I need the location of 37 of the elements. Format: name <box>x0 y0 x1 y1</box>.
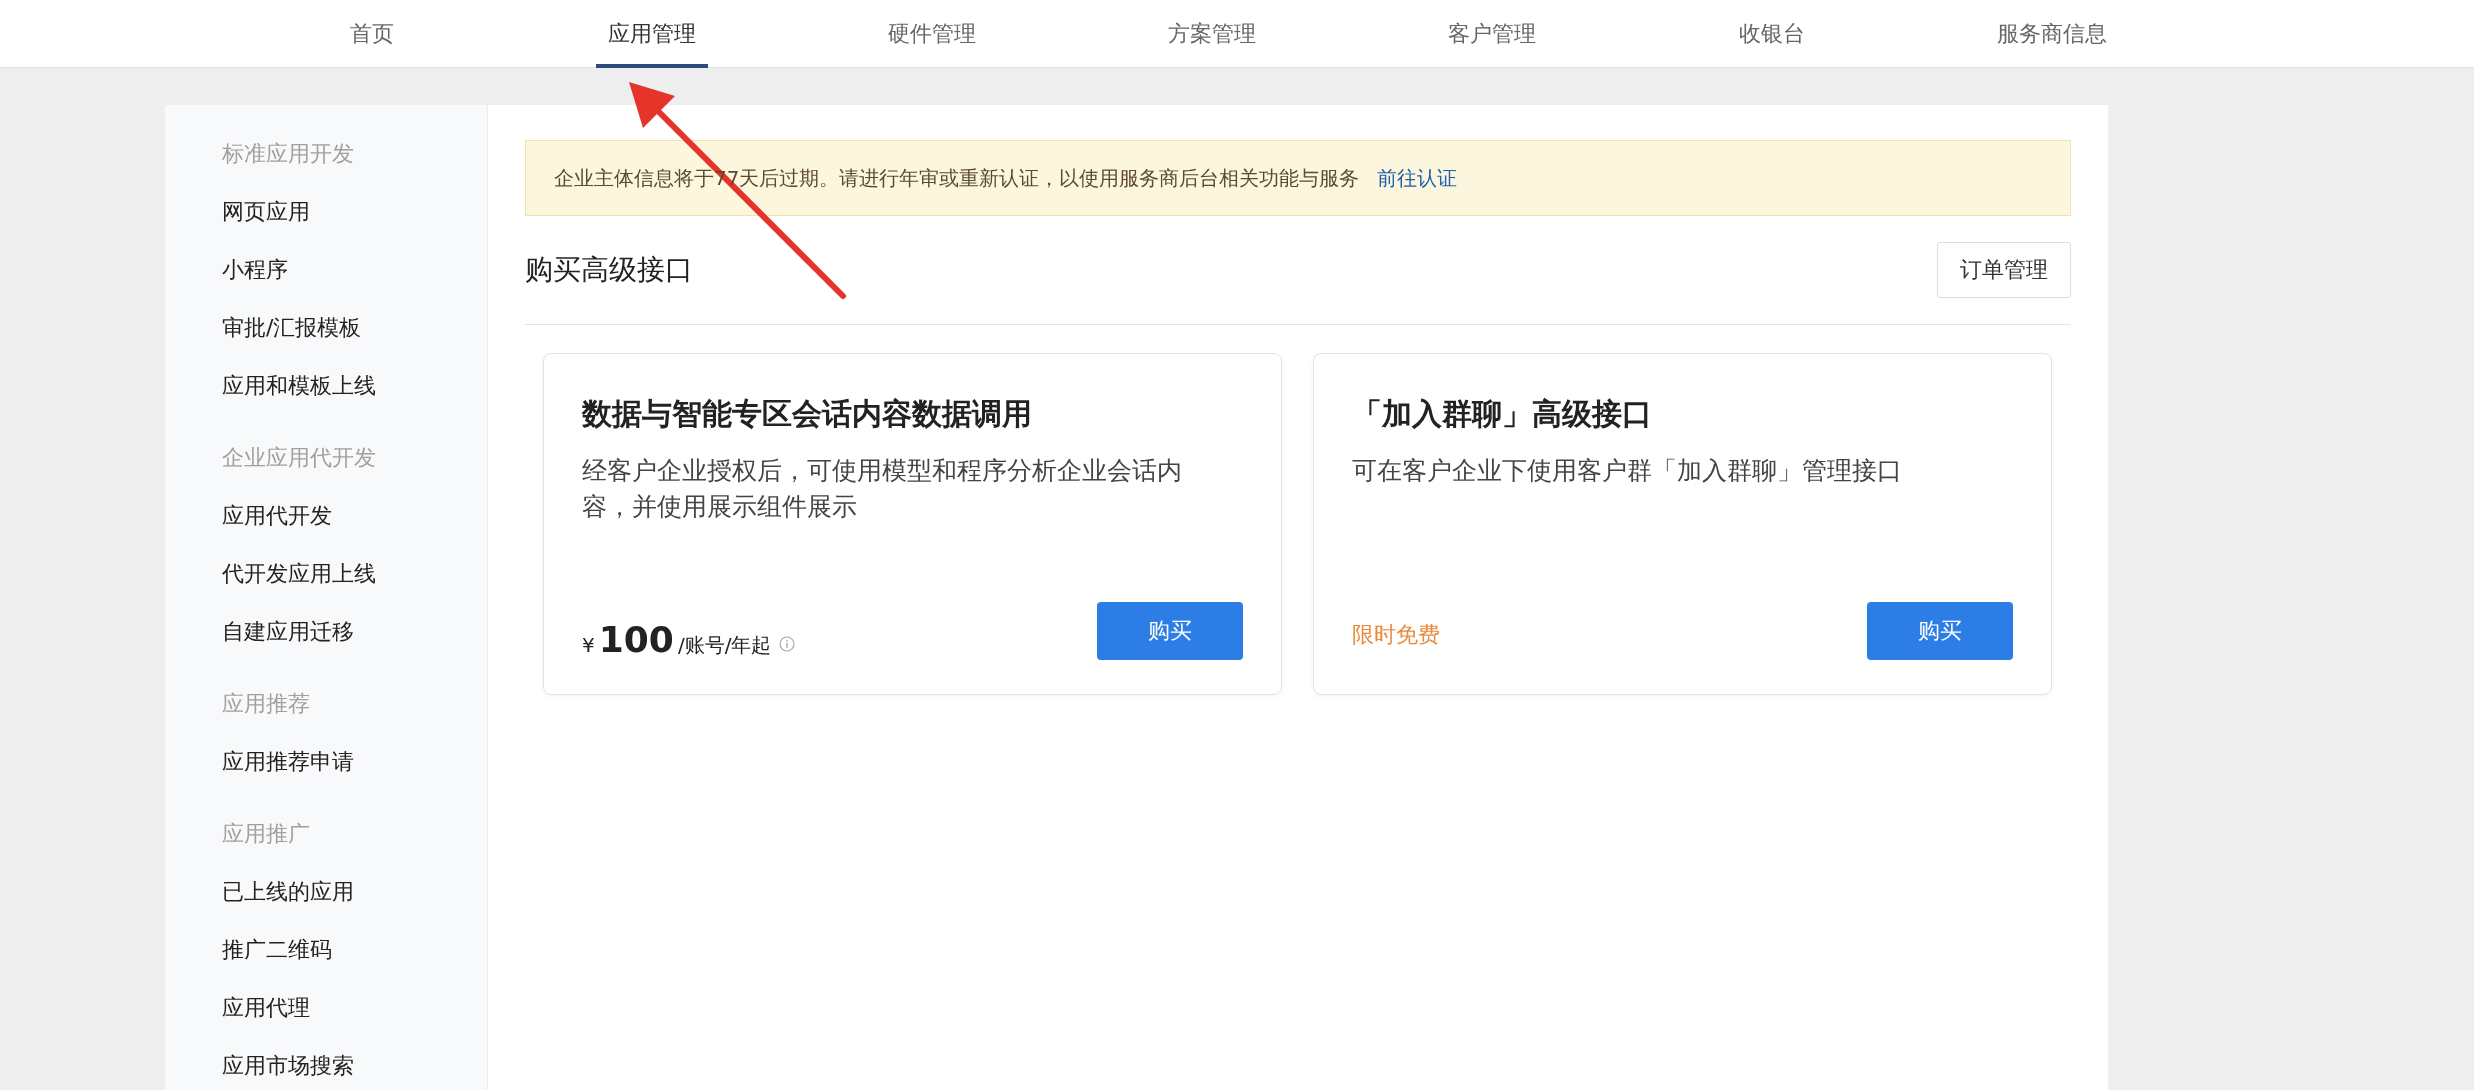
sidebar-group-title: 应用推荐 <box>222 690 311 718</box>
sidebar-item[interactable]: 自建应用迁移 <box>222 603 487 661</box>
sidebar-item[interactable]: 代开发应用上线 <box>222 545 487 603</box>
sidebar-item[interactable]: 应用推荐申请 <box>222 733 487 791</box>
nav-tab[interactable]: 首页 <box>232 0 512 67</box>
sidebar-item[interactable]: 应用市场搜索 <box>222 1037 487 1090</box>
sidebar-item[interactable]: 审批/汇报模板 <box>222 299 487 357</box>
card-title: 数据与智能专区会话内容数据调用 <box>582 395 1033 433</box>
sidebar-group-title: 企业应用代开发 <box>222 444 377 472</box>
buy-button[interactable]: 购买 <box>1097 602 1243 660</box>
sidebar-item[interactable]: 应用和模板上线 <box>222 357 487 415</box>
sidebar-item[interactable]: 应用代开发 <box>222 487 487 545</box>
sidebar-item[interactable]: 网页应用 <box>222 183 487 241</box>
sidebar-item[interactable]: 已上线的应用 <box>222 863 487 921</box>
nav-tab[interactable]: 硬件管理 <box>792 0 1072 67</box>
sidebar-item[interactable]: 小程序 <box>222 241 487 299</box>
nav-tab[interactable]: 客户管理 <box>1352 0 1632 67</box>
info-icon[interactable] <box>779 636 796 652</box>
sidebar-group-title: 标准应用开发 <box>222 140 355 168</box>
card-description: 经客户企业授权后，可使用模型和程序分析企业会话内容，并使用展示组件展示 <box>582 455 1183 524</box>
section-title: 购买高级接口 <box>525 252 693 288</box>
nav-tab[interactable]: 服务商信息 <box>1912 0 2192 67</box>
order-management-button[interactable]: 订单管理 <box>1937 242 2071 298</box>
nav-tab[interactable]: 收银台 <box>1632 0 1912 67</box>
sidebar-item[interactable]: 推广二维码 <box>222 921 487 979</box>
verify-link[interactable]: 前往认证 <box>1377 164 1458 192</box>
currency-symbol: ¥ <box>582 633 595 657</box>
price-amount: 100 <box>598 619 674 660</box>
buy-button[interactable]: 购买 <box>1867 602 2013 660</box>
price-unit: /账号/年起 <box>677 632 772 659</box>
card-description: 可在客户企业下使用客户群「加入群聊」管理接口 <box>1352 455 1903 487</box>
sidebar-item[interactable]: 应用代理 <box>222 979 487 1037</box>
promo-label: 限时免费 <box>1352 621 1440 649</box>
sidebar-group-title: 应用推广 <box>222 820 311 848</box>
card-title: 「加入群聊」高级接口 <box>1352 395 1653 433</box>
nav-tab[interactable]: 应用管理 <box>512 0 792 67</box>
nav-tab[interactable]: 方案管理 <box>1072 0 1352 67</box>
